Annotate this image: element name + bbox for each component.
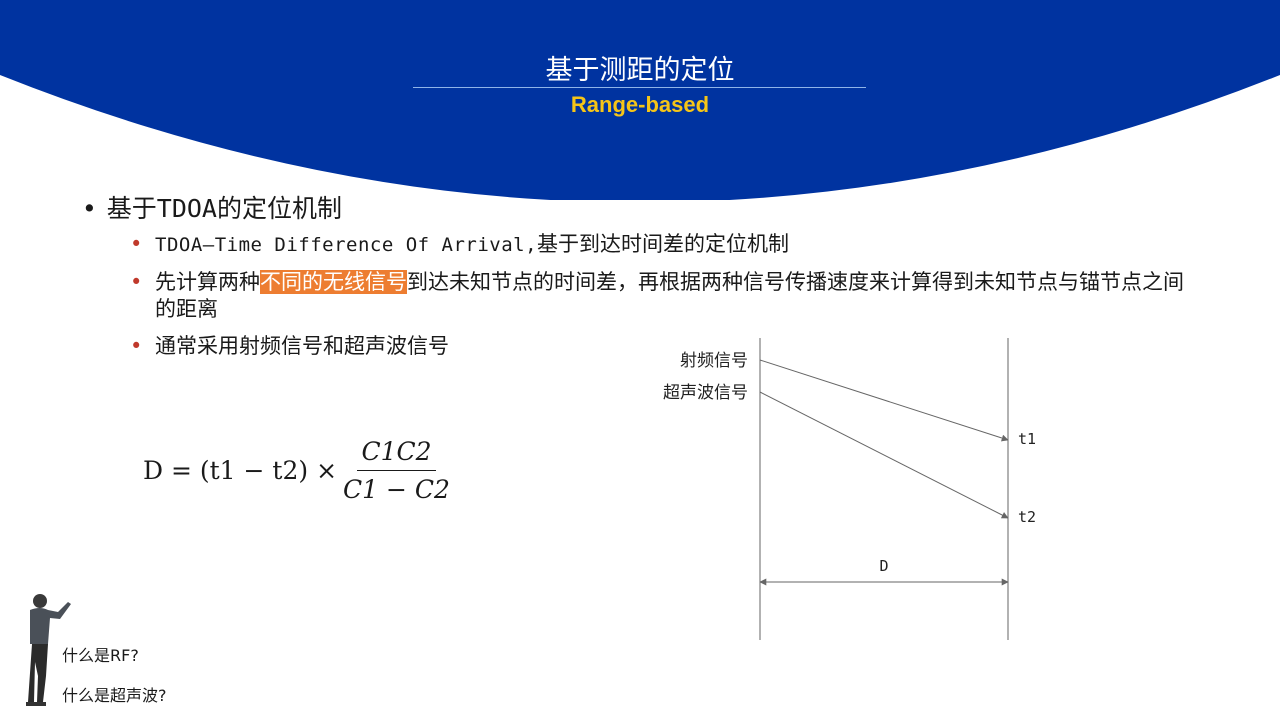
t2-label: t2 [1018,508,1036,526]
rf-signal-label: 射频信号 [680,351,748,371]
question-ultrasound: 什么是超声波? [62,686,167,705]
timing-diagram: 射频信号 超声波信号 t1 t2 D [663,338,1036,640]
t1-label: t1 [1018,430,1036,448]
question-rf: 什么是RF? [62,646,139,665]
ultrasound-signal-arrow [759,391,1009,519]
distance-label: D [879,557,888,575]
rf-signal-arrow [759,359,1009,442]
ultrasound-signal-label: 超声波信号 [663,383,748,403]
